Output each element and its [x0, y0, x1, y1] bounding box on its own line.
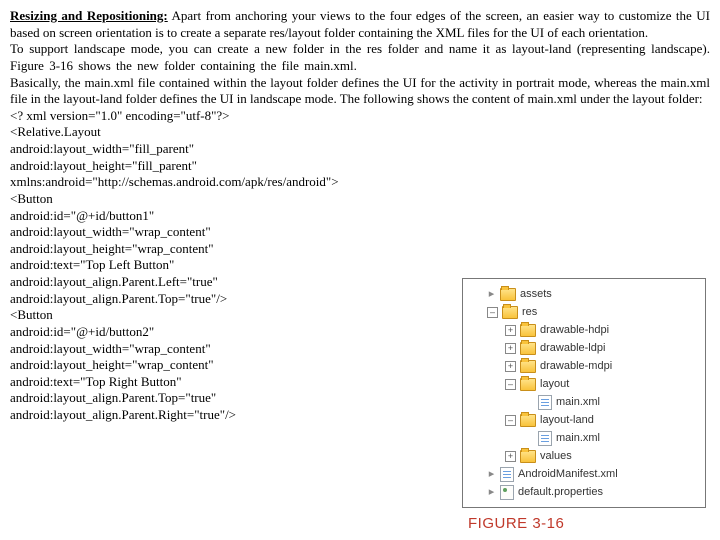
tree-label: layout [540, 377, 569, 391]
tree-folder-drawable-mdpi: + drawable-mdpi [505, 357, 699, 375]
tree-file-main-xml: main.xml [523, 393, 699, 411]
tree-label: res [522, 305, 537, 319]
folder-icon [502, 306, 518, 319]
paragraph-1: Resizing and Repositioning: Apart from a… [10, 8, 710, 41]
folder-icon [520, 342, 536, 355]
expand-icon: – [505, 379, 516, 390]
code-line: android:layout_height="wrap_content" [10, 241, 710, 258]
tree-label: drawable-mdpi [540, 359, 612, 373]
tree-folder-layout: – layout [505, 375, 699, 393]
tree-folder-values: + values [505, 447, 699, 465]
expand-icon: + [505, 361, 516, 372]
bullet-icon: ▸ [487, 467, 496, 481]
folder-icon [520, 450, 536, 463]
code-line: android:layout_height="fill_parent" [10, 158, 710, 175]
tree-label: layout-land [540, 413, 594, 427]
tree-folder-layout-land: – layout-land [505, 411, 699, 429]
xml-file-icon [500, 467, 514, 482]
tree-label: main.xml [556, 431, 600, 445]
tree-folder-drawable-hdpi: + drawable-hdpi [505, 321, 699, 339]
tree-file-manifest: ▸ AndroidManifest.xml [487, 465, 699, 483]
folder-icon [520, 414, 536, 427]
tree-folder-res: – res [487, 303, 699, 321]
figure-caption: FIGURE 3-16 [468, 514, 706, 533]
tree-label: drawable-ldpi [540, 341, 605, 355]
tree-label: values [540, 449, 572, 463]
code-line: android:layout_width="fill_parent" [10, 141, 710, 158]
code-line: <? xml version="1.0" encoding="utf-8"?> [10, 108, 710, 125]
bullet-icon: ▸ [487, 485, 496, 499]
expand-icon: + [505, 451, 516, 462]
tree-folder-assets: ▸ assets [487, 285, 699, 303]
code-line: xmlns:android="http://schemas.android.co… [10, 174, 710, 191]
properties-file-icon [500, 485, 514, 500]
project-tree: ▸ assets – res + drawable-hdpi + drawabl… [462, 278, 706, 508]
folder-icon [520, 324, 536, 337]
expand-icon: + [505, 343, 516, 354]
paragraph-3: Basically, the main.xml file contained w… [10, 75, 710, 108]
tree-label: default.properties [518, 485, 603, 499]
document-body: Resizing and Repositioning: Apart from a… [10, 8, 710, 424]
tree-label: AndroidManifest.xml [518, 467, 618, 481]
tree-label: drawable-hdpi [540, 323, 609, 337]
xml-file-icon [538, 395, 552, 410]
folder-icon [520, 360, 536, 373]
code-line: <Button [10, 191, 710, 208]
folder-icon [520, 378, 536, 391]
tree-label: main.xml [556, 395, 600, 409]
section-heading: Resizing and Repositioning: [10, 8, 168, 23]
folder-icon [500, 288, 516, 301]
tree-label: assets [520, 287, 552, 301]
bullet-icon: ▸ [487, 287, 496, 301]
code-line: android:layout_width="wrap_content" [10, 224, 710, 241]
expand-icon: – [487, 307, 498, 318]
xml-file-icon [538, 431, 552, 446]
expand-icon: – [505, 415, 516, 426]
paragraph-2: To support landscape mode, you can creat… [10, 41, 710, 74]
figure-3-16: ▸ assets – res + drawable-hdpi + drawabl… [462, 278, 706, 533]
code-line: <Relative.Layout [10, 124, 710, 141]
code-line: android:text="Top Left Button" [10, 257, 710, 274]
tree-file-main-xml-land: main.xml [523, 429, 699, 447]
tree-folder-drawable-ldpi: + drawable-ldpi [505, 339, 699, 357]
tree-file-default-properties: ▸ default.properties [487, 483, 699, 501]
code-line: android:id="@+id/button1" [10, 208, 710, 225]
expand-icon: + [505, 325, 516, 336]
